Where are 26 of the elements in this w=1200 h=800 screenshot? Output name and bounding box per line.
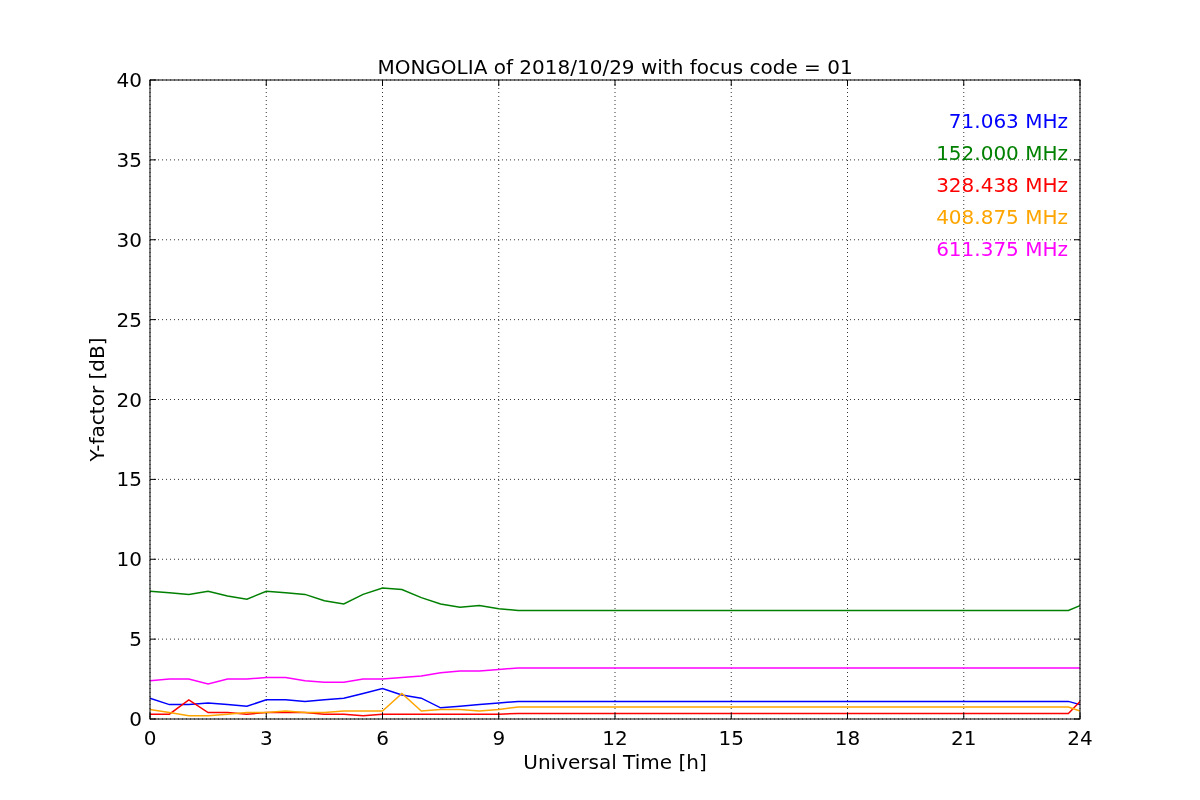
y-axis-label: Y-factor [dB]	[85, 337, 109, 462]
legend-label: 408.875 MHz	[936, 205, 1068, 229]
y-tick-label: 25	[116, 307, 142, 332]
x-tick-label: 18	[834, 726, 861, 750]
x-tick-label: 24	[1067, 726, 1093, 750]
y-tick-label: 20	[116, 387, 142, 412]
y-tick-label: 0	[129, 707, 142, 731]
chart-title: MONGOLIA of 2018/10/29 with focus code = 01	[377, 55, 853, 79]
y-tick-label: 35	[116, 147, 142, 172]
x-tick-label: 9	[492, 726, 506, 750]
y-tick-label: 15	[116, 467, 142, 492]
x-tick-label: 6	[376, 726, 389, 750]
x-tick-label: 21	[951, 726, 977, 750]
x-axis-label: Universal Time [h]	[523, 750, 707, 774]
legend-label: 611.375 MHz	[936, 237, 1068, 261]
x-tick-label: 0	[143, 726, 157, 750]
x-tick-label: 15	[718, 726, 744, 750]
y-tick-label: 10	[116, 547, 142, 572]
y-tick-label: 5	[129, 627, 142, 652]
x-tick-label: 3	[259, 726, 273, 750]
y-tick-label: 40	[116, 68, 142, 92]
legend-label: 152.000 MHz	[936, 141, 1068, 165]
x-tick-label: 12	[602, 726, 628, 750]
legend-label: 71.063 MHz	[948, 109, 1068, 133]
y-tick-label: 30	[116, 227, 142, 252]
legend-label: 328.438 MHz	[936, 173, 1068, 197]
